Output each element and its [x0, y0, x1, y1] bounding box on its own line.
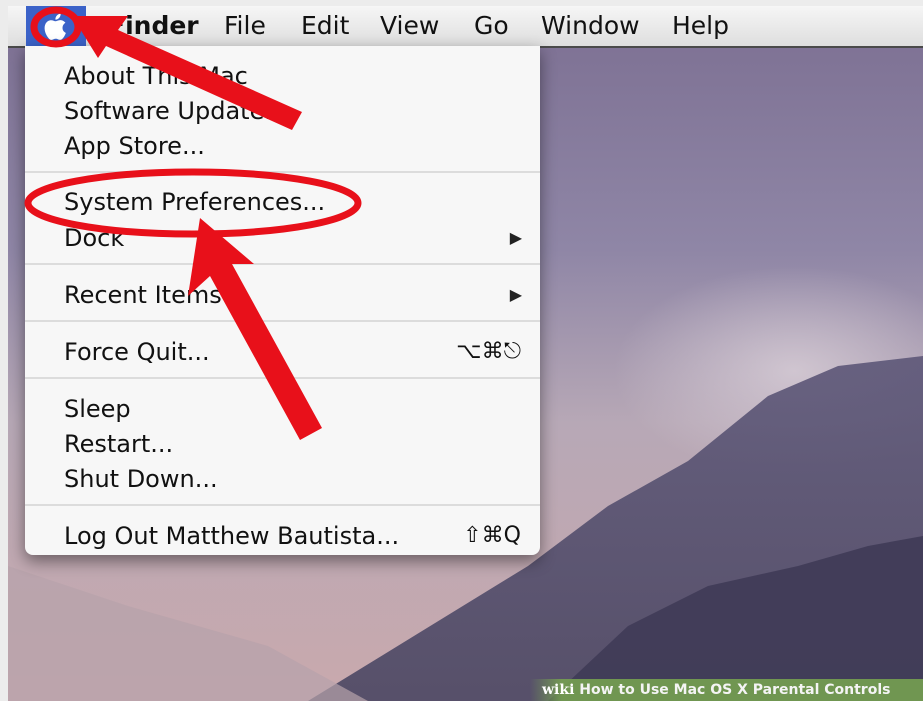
submenu-arrow-icon: ▶ [509, 228, 522, 247]
menu-separator [25, 377, 540, 379]
apple-icon [44, 13, 66, 40]
force-quit-shortcut: ⌥⌘⎋ [456, 339, 521, 364]
menu-separator [25, 504, 540, 506]
menu-item-app-store[interactable]: App Store... [64, 132, 205, 160]
menu-item-log-out[interactable]: Log Out Matthew Bautista... [64, 522, 399, 550]
log-out-shortcut: ⇧⌘Q [463, 523, 521, 548]
menubar-window[interactable]: Window [541, 12, 640, 40]
menubar-view[interactable]: View [380, 12, 439, 40]
submenu-arrow-icon: ▶ [509, 285, 522, 304]
menu-item-shut-down[interactable]: Shut Down... [64, 465, 218, 493]
menu-separator [25, 171, 540, 173]
menu-item-recent-items[interactable]: Recent Items [64, 281, 222, 309]
menu-item-system-preferences[interactable]: System Preferences... [64, 188, 325, 216]
menubar-edit[interactable]: Edit [301, 12, 349, 40]
watermark-brand: wiki [542, 682, 575, 698]
apple-menu-dropdown: About This Mac Software Update... App St… [25, 46, 540, 555]
menu-separator [25, 320, 540, 322]
desktop: Finder File Edit View Go Window Help Abo… [8, 6, 923, 701]
watermark: wiki How to Use Mac OS X Parental Contro… [530, 679, 923, 701]
menu-item-dock[interactable]: Dock [64, 224, 124, 252]
menu-separator [25, 263, 540, 265]
menu-item-about-this-mac[interactable]: About This Mac [64, 62, 248, 90]
menu-item-restart[interactable]: Restart... [64, 430, 173, 458]
menu-bar: Finder File Edit View Go Window Help [8, 6, 923, 48]
apple-menu-button[interactable] [26, 6, 86, 46]
menubar-help[interactable]: Help [672, 12, 729, 40]
menu-item-software-update[interactable]: Software Update... [64, 97, 287, 125]
watermark-title: How to Use Mac OS X Parental Controls [579, 682, 891, 698]
menubar-go[interactable]: Go [474, 12, 509, 40]
menu-item-force-quit[interactable]: Force Quit... [64, 338, 210, 366]
menu-item-sleep[interactable]: Sleep [64, 395, 131, 423]
menubar-finder[interactable]: Finder [108, 12, 199, 40]
menubar-file[interactable]: File [224, 12, 266, 40]
